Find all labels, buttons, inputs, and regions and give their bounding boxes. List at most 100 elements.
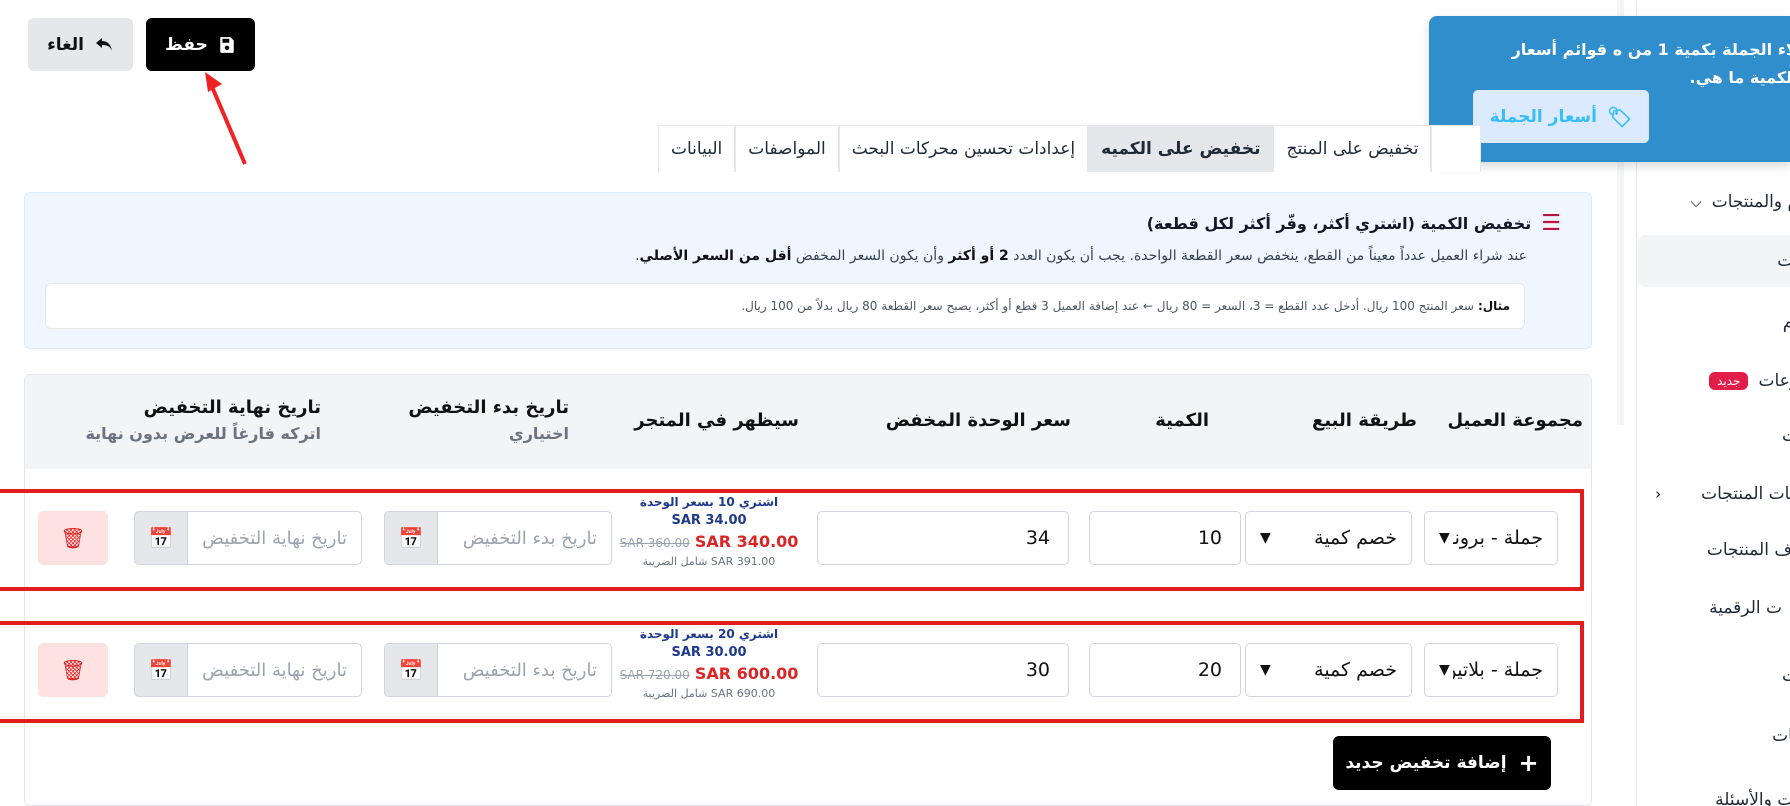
caret-down-icon: ▼: [1260, 662, 1271, 678]
new-badge: جديد: [1709, 372, 1749, 390]
store-preview: اشتري 10 بسعر الوحدة SAR 34.00 SAR 360.0…: [614, 495, 804, 568]
tab-specifications[interactable]: المواصفات: [735, 125, 839, 172]
start-date-input[interactable]: تاريخ بدء التخفيض: [436, 511, 612, 565]
info-title-text: تخفيض الكمية (اشتري أكثر، وفّر أكثر لكل …: [1146, 214, 1532, 233]
sidebar-item-10[interactable]: ات والأسئلة: [1637, 774, 1790, 806]
unit-price-input[interactable]: 34: [817, 511, 1069, 565]
info-desc-bold1: 2 أو أكثر: [948, 248, 1009, 264]
sidebar-item-label: ت الرقمية: [1709, 598, 1782, 618]
store-preview: اشتري 20 بسعر الوحدة SAR 30.00 SAR 720.0…: [614, 627, 804, 700]
tag-icon: 🏷: [1606, 104, 1633, 129]
preview-tax-included: SAR 391.00 شامل الضريبة: [642, 555, 776, 568]
preview-old-price: SAR 360.00: [619, 536, 690, 550]
save-button[interactable]: حفظ: [146, 18, 255, 71]
sidebar-item-label: ت: [1782, 426, 1790, 446]
sale-method-select[interactable]: خصم كمية ▼: [1245, 511, 1412, 565]
calendar-icon[interactable]: 📅: [134, 511, 188, 565]
tab-quantity-discount[interactable]: تخفيض على الكميه: [1088, 125, 1274, 172]
sidebar-item-catalog[interactable]: م والمنتجات ⌵: [1637, 176, 1790, 228]
tab-seo[interactable]: إعدادات تحسين محركات البحث: [838, 125, 1089, 172]
add-discount-label: إضافة تخفيض جديد: [1345, 753, 1507, 773]
preview-new-price: SAR 600.00: [694, 664, 799, 683]
caret-down-icon: ▼: [1439, 530, 1450, 546]
preview-unit-price: SAR 34.00: [671, 513, 747, 528]
sidebar-item-4[interactable]: ت: [1637, 410, 1790, 462]
info-description: عند شراء العميل عدداً معيناً من القطع، ي…: [635, 248, 1527, 264]
table-header: مجموعة العميل طريقة البيع الكمية سعر الو…: [25, 375, 1591, 469]
info-desc-bold2: أقل من السعر الأصلي: [639, 248, 792, 264]
wholesale-prices-button[interactable]: 🏷 أسعار الجملة: [1473, 90, 1649, 143]
info-desc-part2: وأن يكون السعر المخفض: [791, 248, 949, 264]
sidebar-item-digital[interactable]: ت الرقمية: [1637, 582, 1790, 634]
sidebar-item-label: نات: [1772, 726, 1790, 746]
layers-icon: ☰: [1541, 211, 1561, 236]
unit-price-input[interactable]: 30: [817, 643, 1069, 697]
tab-hidden[interactable]: [1431, 125, 1482, 172]
sale-method-select[interactable]: خصم كمية ▼: [1245, 643, 1412, 697]
delete-row-button[interactable]: 🗑: [38, 643, 108, 697]
delete-row-button[interactable]: 🗑: [38, 511, 108, 565]
wholesale-prices-label: أسعار الجملة: [1489, 106, 1597, 127]
header-quantity: الكمية: [1155, 410, 1209, 431]
save-icon: [220, 36, 234, 53]
sidebar-item-2[interactable]: ام: [1637, 297, 1790, 349]
sidebar-item-products[interactable]: ات: [1638, 235, 1790, 287]
header-end-date-label: تاريخ نهاية التخفيض: [143, 397, 321, 418]
annotation-arrow: [205, 72, 247, 165]
preview-offer-text: اشتري 20 بسعر الوحدة: [639, 627, 779, 641]
example-label: مثال:: [1477, 299, 1510, 313]
chevron-down-icon: ⌵: [1690, 193, 1702, 211]
cancel-button[interactable]: الغاء: [28, 18, 133, 71]
trash-icon: 🗑: [60, 658, 86, 682]
info-desc-part1: عند شراء العميل عدداً معيناً من القطع، ي…: [1008, 248, 1527, 264]
start-date-input[interactable]: تاريخ بدء التخفيض: [436, 643, 612, 697]
example-box: مثال: سعر المنتج 100 ريال. أدخل عدد القط…: [45, 283, 1525, 329]
sidebar-item-label: ات والأسئلة: [1715, 790, 1790, 806]
example-text: سعر المنتج 100 ريال. أدخل عدد القطع = 3،…: [741, 299, 1474, 313]
sale-method-value: خصم كمية: [1314, 659, 1397, 681]
header-store-preview: سيظهر في المتجر: [634, 410, 799, 431]
header-unit-price: سعر الوحدة المخفض: [885, 410, 1071, 431]
toast-message: دار أسعار مجموعات عملاء الجملة بكمية 1 م…: [1511, 40, 1790, 87]
customer-group-select[interactable]: جملة - بلاتين ▼: [1424, 643, 1558, 697]
sidebar-item-6[interactable]: ف المنتجات: [1637, 524, 1790, 576]
customer-group-select[interactable]: جملة - برونز ▼: [1424, 511, 1558, 565]
preview-total: SAR 720.00 SAR 600.00: [614, 664, 804, 683]
sidebar-item-8[interactable]: ت: [1637, 650, 1790, 702]
tab-data[interactable]: البيانات: [658, 125, 736, 172]
sidebar-item-label: م والمنتجات: [1711, 192, 1790, 212]
calendar-icon[interactable]: 📅: [384, 643, 438, 697]
tab-product-discount[interactable]: تخفيض على المنتج: [1273, 125, 1432, 172]
sale-method-value: خصم كمية: [1314, 527, 1397, 549]
customer-group-value: جملة - بلاتين: [1453, 659, 1543, 681]
info-title: ☰ تخفيض الكمية (اشتري أكثر، وفّر أكثر لك…: [1147, 211, 1561, 236]
calendar-icon[interactable]: 📅: [384, 511, 438, 565]
preview-offer-text: اشتري 10 بسعر الوحدة: [639, 495, 779, 509]
sidebar-item-attributes[interactable]: فات المنتجات ‹: [1637, 468, 1790, 520]
add-discount-button[interactable]: + إضافة تخفيض جديد: [1333, 736, 1551, 790]
sidebar-item-label: ات: [1777, 251, 1790, 271]
header-start-date-sub: اختياري: [509, 424, 569, 443]
quantity-input[interactable]: 20: [1089, 643, 1241, 697]
preview-total: SAR 360.00 SAR 340.00: [614, 532, 804, 551]
header-sale-method: طريقة البيع: [1312, 410, 1417, 431]
quantity-discount-info: ☰ تخفيض الكمية (اشتري أكثر، وفّر أكثر لك…: [24, 192, 1592, 349]
header-start-date-label: تاريخ بدء التخفيض: [408, 397, 569, 418]
sidebar-item-label: فات المنتجات: [1701, 484, 1790, 504]
product-tabs: تخفيض على المنتج تخفيض على الكميه إعدادا…: [658, 125, 1482, 172]
sidebar-item-groups[interactable]: وعات جديد: [1637, 355, 1790, 407]
sidebar-item-label: وعات: [1758, 371, 1790, 391]
quantity-input[interactable]: 10: [1089, 511, 1241, 565]
sidebar-item-label: ف المنتجات: [1706, 540, 1790, 560]
end-date-input[interactable]: تاريخ نهاية التخفيض: [186, 511, 362, 565]
sidebar-item-9[interactable]: نات: [1637, 710, 1790, 762]
table-row: جملة - بلاتين ▼ خصم كمية ▼ 20 30 اشتري 2…: [0, 621, 1584, 723]
caret-down-icon: ▼: [1260, 530, 1271, 546]
sidebar-item-label: ت: [1782, 666, 1790, 686]
end-date-input[interactable]: تاريخ نهاية التخفيض: [186, 643, 362, 697]
plus-icon: +: [1518, 749, 1539, 777]
undo-arrow-icon: [95, 37, 112, 51]
preview-new-price: SAR 340.00: [694, 532, 799, 551]
customer-group-value: جملة - برونز: [1453, 527, 1543, 549]
calendar-icon[interactable]: 📅: [134, 643, 188, 697]
